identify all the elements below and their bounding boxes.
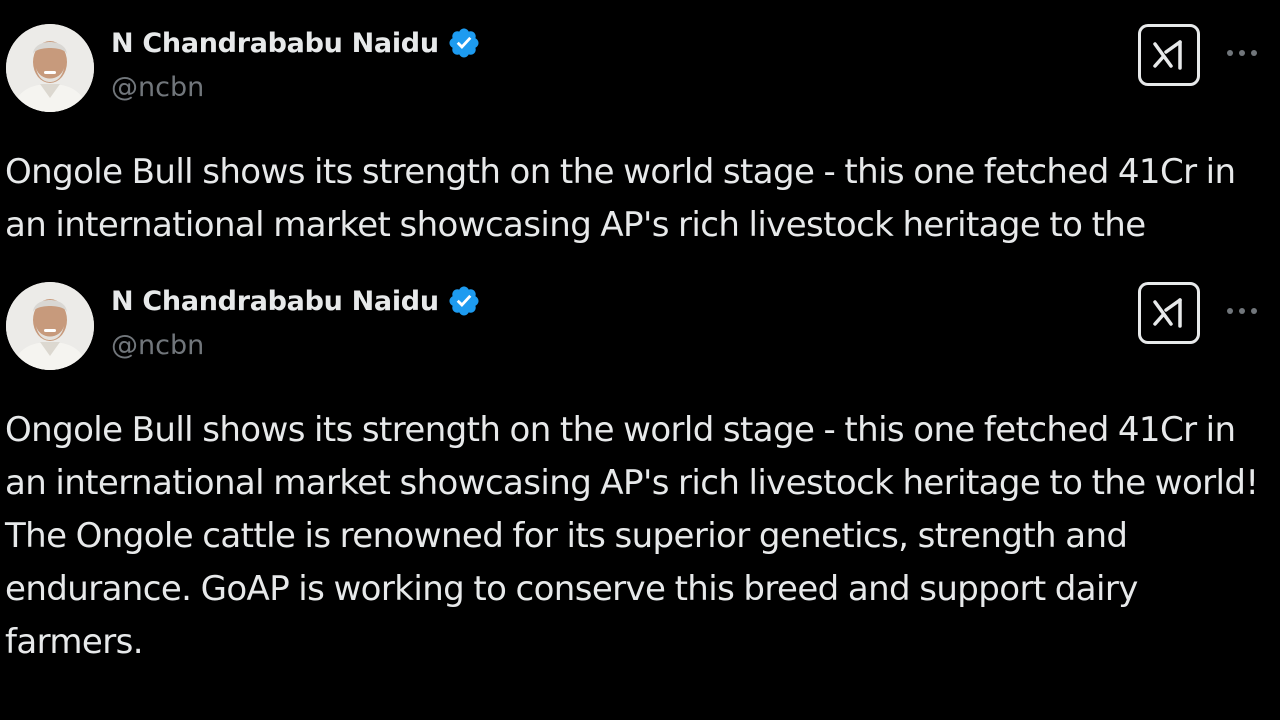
- author-name[interactable]: N Chandrababu Naidu: [111, 26, 481, 60]
- grok-button[interactable]: [1138, 24, 1200, 86]
- grok-button[interactable]: [1138, 282, 1200, 344]
- more-options-button[interactable]: [1222, 38, 1262, 68]
- verified-badge-icon: [449, 28, 479, 58]
- more-options-icon: [1227, 308, 1257, 314]
- grok-icon: [1153, 298, 1182, 328]
- grok-icon: [1153, 40, 1182, 70]
- author-handle[interactable]: @ncbn: [111, 72, 204, 103]
- more-options-icon: [1227, 50, 1257, 56]
- author-display-name[interactable]: N Chandrababu Naidu: [111, 286, 439, 317]
- post-card-1[interactable]: N Chandrababu Naidu @ncbn Ongole Bull sh…: [0, 0, 1280, 256]
- avatar-photo-icon: [6, 24, 94, 112]
- post-text: Ongole Bull shows its strength on the wo…: [5, 152, 1236, 245]
- author-handle[interactable]: @ncbn: [111, 330, 204, 361]
- author-name[interactable]: N Chandrababu Naidu: [111, 284, 481, 318]
- avatar-photo-icon: [6, 282, 94, 370]
- avatar[interactable]: [6, 24, 94, 112]
- avatar[interactable]: [6, 282, 94, 370]
- more-options-button[interactable]: [1222, 296, 1262, 326]
- post-card-2[interactable]: N Chandrababu Naidu @ncbn Ongole Bull sh…: [0, 258, 1280, 720]
- verified-badge-icon: [449, 286, 479, 316]
- post-text: Ongole Bull shows its strength on the wo…: [5, 410, 1259, 662]
- author-display-name[interactable]: N Chandrababu Naidu: [111, 28, 439, 59]
